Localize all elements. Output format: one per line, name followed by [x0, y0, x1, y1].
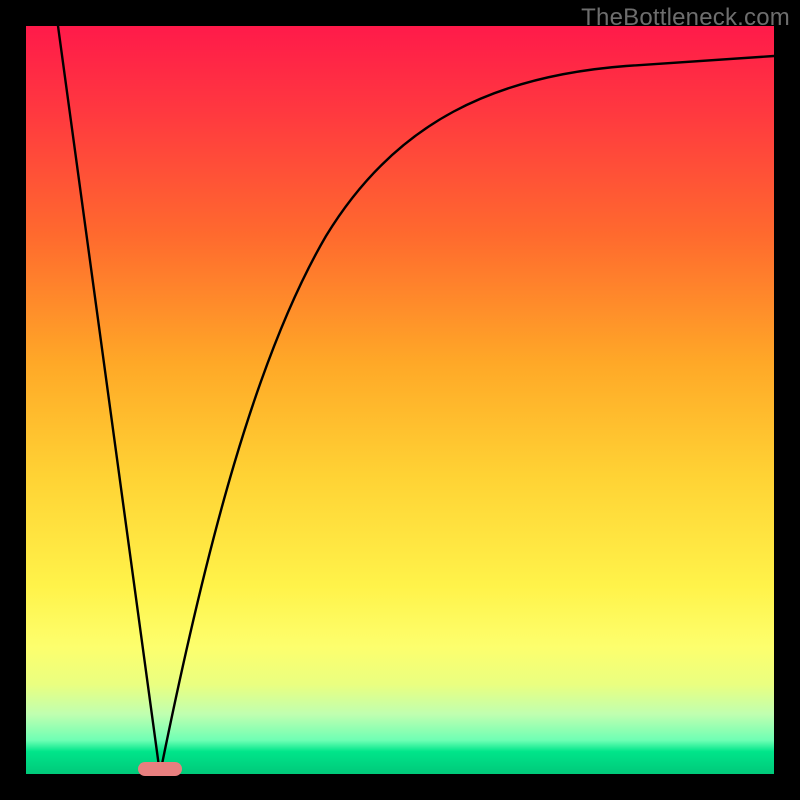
plot-area	[26, 26, 774, 774]
watermark-text: TheBottleneck.com	[581, 4, 790, 32]
curve-right-branch	[160, 56, 774, 774]
chart-frame: TheBottleneck.com	[0, 0, 800, 800]
bottleneck-curve	[26, 26, 774, 774]
curve-left-branch	[58, 26, 160, 774]
optimal-marker	[138, 762, 182, 776]
